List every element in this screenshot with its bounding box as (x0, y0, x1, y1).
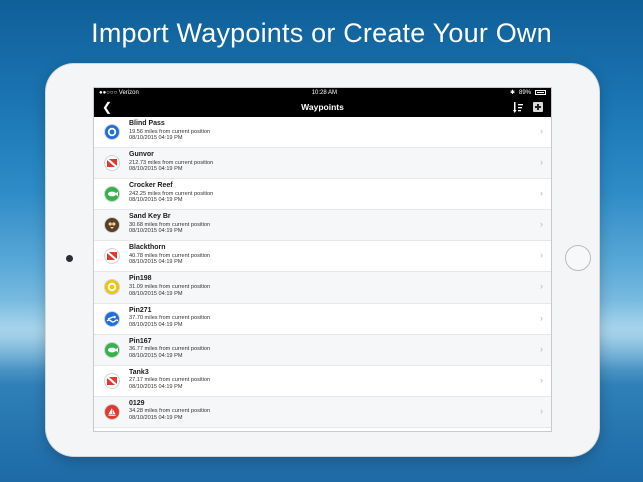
dive-flag-icon (104, 248, 120, 265)
carrier: ●●○○○ Verizon (99, 89, 139, 96)
owl-icon (104, 217, 120, 234)
fish-icon (104, 186, 120, 203)
camera-icon (66, 255, 73, 262)
waypoint-name: Crocker Reef (129, 182, 173, 190)
waypoint-date: 08/10/2015 04:19 PM (129, 352, 183, 359)
nav-bar: ❮ Waypoints (94, 97, 551, 117)
page-title: Waypoints (301, 102, 344, 112)
waypoint-text: Blackthorn 40.78 miles from current posit… (129, 244, 210, 266)
headline: Import Waypoints or Create Your Own (91, 18, 552, 48)
waypoint-name: Tank3 (129, 368, 149, 376)
waypoint-row[interactable]: 0129 34.28 miles from current position 08/… (94, 396, 551, 428)
home-button[interactable] (565, 245, 591, 271)
add-icon[interactable] (533, 102, 543, 112)
chevron-right-icon: › (540, 281, 543, 292)
fish-icon (104, 341, 120, 358)
waypoint-date: 08/10/2015 04:19 PM (129, 321, 183, 328)
waypoint-name: Pin167 (129, 337, 152, 345)
status-bar: ●●○○○ Verizon 10:28 AM ✱ 89% (94, 88, 551, 97)
ipad-frame: ●●○○○ Verizon 10:28 AM ✱ 89% ❮ Waypoints… (46, 64, 599, 456)
chevron-right-icon: › (540, 126, 543, 136)
waypoint-row[interactable]: Crocker Reef 242.25 miles from current po… (94, 179, 551, 211)
chevron-right-icon: › (540, 219, 543, 230)
waypoint-distance: 30.68 miles from current position (129, 221, 211, 228)
chevron-right-icon: › (540, 343, 543, 354)
waypoint-name: Pin198 (129, 275, 152, 283)
waypoint-row[interactable]: Pin167 36.77 miles from current position 0… (94, 334, 551, 366)
clock: 10:28 AM (311, 89, 338, 96)
waypoint-text: Sand Key Br 30.68 miles from current posi… (129, 213, 210, 235)
waypoint-date: 08/10/2015 04:19 PM (129, 197, 183, 204)
battery-icon (535, 90, 546, 95)
waypoint-distance: 36.77 miles from current position (129, 346, 211, 353)
waypoint-distance: 34.28 miles from current position (129, 408, 211, 415)
waypoint-row[interactable]: Pin198 31.09 miles from current position 0… (94, 272, 551, 304)
waypoint-text: Blind Pass 19.56 miles from current posit… (129, 120, 210, 142)
waypoint-distance: 242.25 miles from current position (129, 190, 214, 197)
chevron-right-icon: › (540, 157, 543, 168)
waypoint-row[interactable]: Tank3 27.17 miles from current position 08… (94, 366, 551, 397)
chevron-left-icon[interactable]: ❮ (102, 100, 112, 114)
waypoint-name: Blind Pass (129, 120, 165, 127)
waypoint-name: Blackthorn (129, 244, 166, 252)
blue-ring-icon (104, 124, 120, 140)
waypoint-name: Sand Key Br (129, 213, 171, 221)
waypoint-date: 08/10/2015 04:19 PM (129, 228, 183, 235)
waypoint-row[interactable]: Blind Pass 19.56 miles from current posit… (94, 117, 551, 149)
waypoint-text: 0129 34.28 miles from current position 08/… (129, 400, 210, 422)
waypoint-distance: 40.78 miles from current position (129, 252, 211, 259)
waypoint-text: Pin198 31.09 miles from current position 0… (129, 275, 210, 297)
waypoint-text: Pin167 36.77 miles from current position 0… (129, 338, 210, 360)
waypoint-distance: 37.70 miles from current position (129, 315, 211, 322)
status-right: ✱ 89% (510, 89, 546, 96)
waypoint-date: 08/10/2015 04:19 PM (129, 414, 183, 421)
sailboat-icon (104, 403, 120, 420)
dive-flag-icon (104, 155, 120, 172)
chevron-right-icon: › (540, 312, 543, 323)
waypoint-text: Pin271 37.70 miles from current position 0… (129, 307, 210, 329)
chevron-right-icon: › (540, 405, 543, 416)
waypoint-text: Gunvor 212.73 miles from current position… (129, 151, 213, 173)
chevron-right-icon: › (540, 188, 543, 199)
waypoint-name: 0129 (129, 399, 145, 407)
waypoint-distance: 27.17 miles from current position (129, 377, 211, 384)
waypoint-row[interactable]: Sand Key Br 30.68 miles from current posi… (94, 210, 551, 242)
waypoint-date: 08/10/2015 04:19 PM (129, 166, 183, 173)
waypoint-date: 08/10/2015 04:19 PM (129, 259, 183, 266)
waypoint-distance: 19.56 miles from current position (129, 128, 211, 135)
waypoint-date: 08/10/2015 04:19 PM (129, 135, 183, 142)
yellow-ring-icon (104, 279, 120, 296)
chevron-right-icon: › (540, 250, 543, 261)
waypoint-row[interactable]: Pin271 37.70 miles from current position 0… (94, 304, 551, 335)
dive-flag-icon (104, 372, 120, 389)
waypoint-list: Blind Pass 19.56 miles from current posit… (94, 117, 551, 428)
sort-icon[interactable] (513, 102, 523, 113)
waypoint-name: Pin271 (129, 306, 152, 314)
app-screen: ●●○○○ Verizon 10:28 AM ✱ 89% ❮ Waypoints… (93, 87, 552, 432)
waypoint-row[interactable]: Gunvor 212.73 miles from current position… (94, 148, 551, 180)
waypoint-date: 08/10/2015 04:19 PM (129, 290, 183, 297)
waypoint-name: Gunvor (129, 151, 154, 159)
waypoint-text: Tank3 27.17 miles from current position 08… (129, 369, 210, 391)
waypoint-text: Crocker Reef 242.25 miles from current po… (129, 182, 213, 204)
battery-percent: 89% (518, 89, 531, 96)
waypoint-distance: 31.09 miles from current position (129, 283, 211, 290)
swimmer-icon (104, 310, 120, 327)
waypoint-row[interactable]: Blackthorn 40.78 miles from current posit… (94, 241, 551, 273)
waypoint-date: 08/10/2015 04:19 PM (129, 383, 183, 390)
chevron-right-icon: › (540, 374, 543, 385)
bluetooth-icon: ✱ (509, 90, 515, 96)
waypoint-distance: 212.73 miles from current position (129, 159, 214, 166)
